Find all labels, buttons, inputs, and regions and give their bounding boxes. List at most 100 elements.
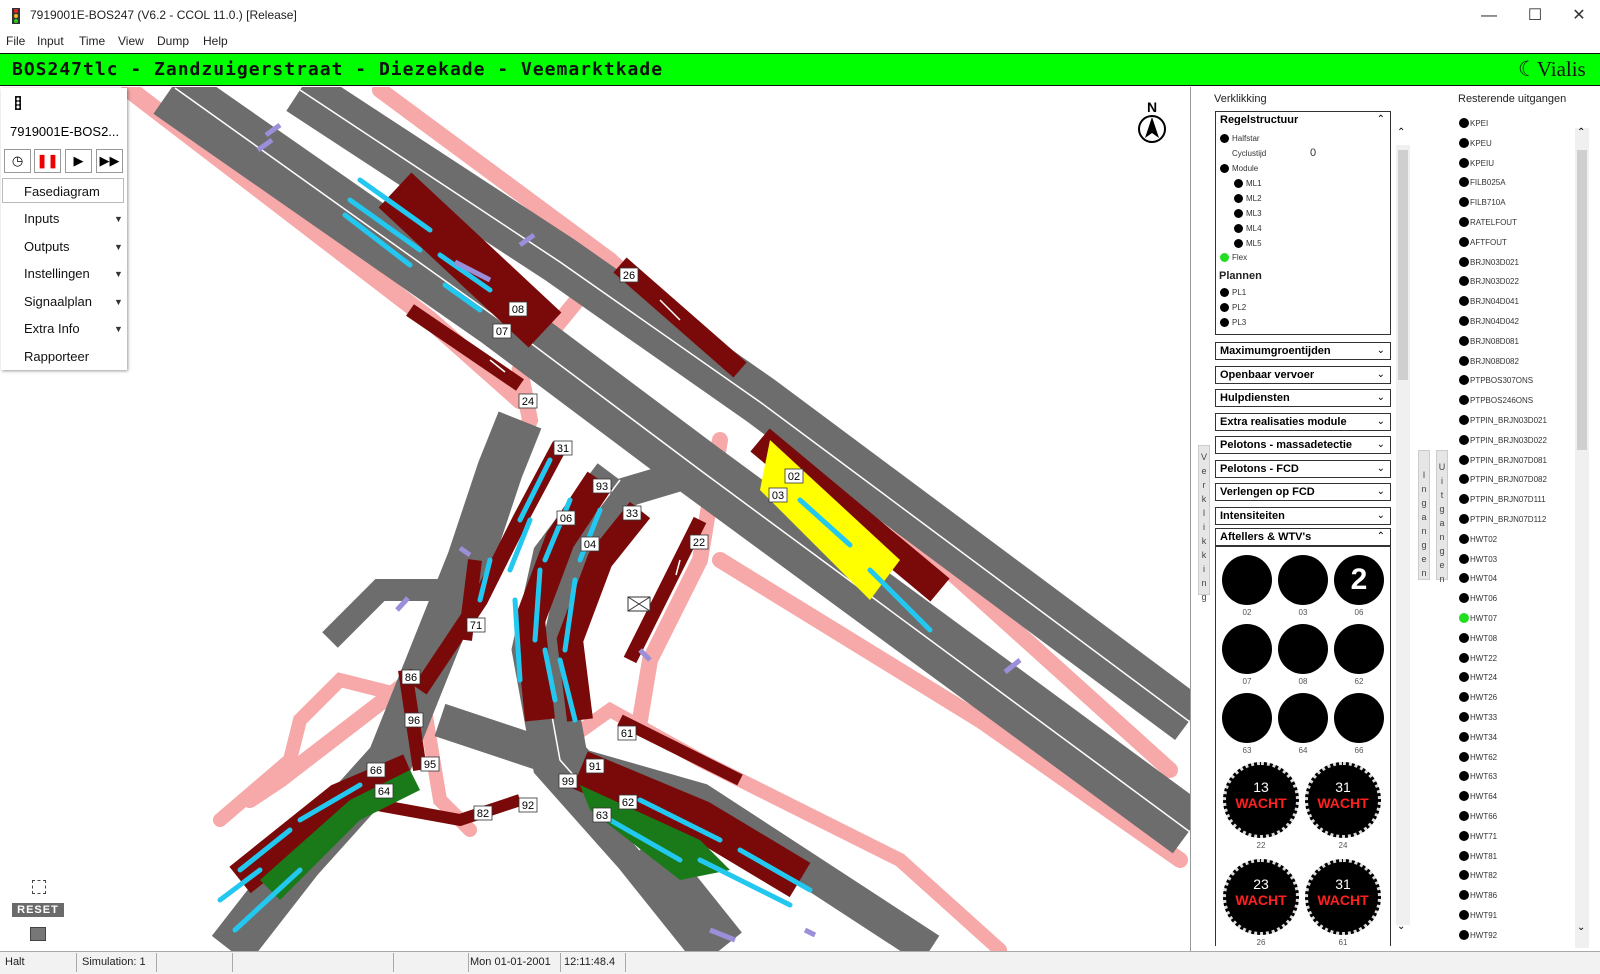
- output-item[interactable]: KPEI: [1470, 119, 1488, 128]
- signal-label[interactable]: 82: [477, 808, 489, 820]
- signal-label[interactable]: 08: [512, 304, 524, 316]
- output-item[interactable]: PTPBOS307ONS: [1470, 376, 1533, 385]
- signal-label[interactable]: 03: [772, 490, 784, 502]
- scroll-up-icon[interactable]: ⌃: [1397, 127, 1405, 138]
- output-item[interactable]: HWT64: [1470, 792, 1497, 801]
- menu-dump[interactable]: Dump: [157, 34, 189, 48]
- signal-label[interactable]: 96: [408, 715, 420, 727]
- signal-label[interactable]: 66: [370, 765, 382, 777]
- output-item[interactable]: HWT24: [1470, 673, 1497, 682]
- output-item[interactable]: BRJN08D082: [1470, 357, 1519, 366]
- signal-label[interactable]: 33: [626, 508, 638, 520]
- output-item[interactable]: BRJN08D081: [1470, 337, 1519, 346]
- output-item[interactable]: HWT07: [1470, 614, 1497, 623]
- output-item[interactable]: HWT62: [1470, 753, 1497, 762]
- close-button[interactable]: ✕: [1556, 4, 1600, 28]
- signal-label[interactable]: 31: [557, 443, 569, 455]
- output-item[interactable]: PTPBOS246ONS: [1470, 396, 1533, 405]
- pause-button[interactable]: ❚❚: [34, 149, 61, 173]
- menu-input[interactable]: Input: [37, 34, 64, 48]
- scrollbar-thumb[interactable]: [1398, 150, 1408, 380]
- section-header[interactable]: Extra realisaties module ⌄: [1215, 412, 1391, 431]
- signal-label[interactable]: 95: [424, 759, 436, 771]
- intersection-map[interactable]: N 26 08 07 24 31 93 33 06 04 02 03 22 71 86 96 95 66 64 61…: [0, 87, 1190, 951]
- signal-label[interactable]: 63: [596, 810, 608, 822]
- play-button[interactable]: ▶: [65, 149, 92, 173]
- output-item[interactable]: HWT91: [1470, 911, 1497, 920]
- output-item[interactable]: PTPIN_BRJN03D021: [1470, 416, 1547, 425]
- output-item[interactable]: HWT02: [1470, 535, 1497, 544]
- signal-label[interactable]: 71: [470, 620, 482, 632]
- signal-label[interactable]: 99: [562, 776, 574, 788]
- output-item[interactable]: FILB710A: [1470, 198, 1506, 207]
- map-canvas[interactable]: N 26 08 07 24 31 93 33 06 04 02 03 22 71 86 96 95 66 64 61…: [0, 87, 1190, 951]
- signal-label[interactable]: 06: [560, 513, 572, 525]
- output-item[interactable]: KPEIU: [1470, 159, 1494, 168]
- signal-label[interactable]: 22: [693, 537, 705, 549]
- output-item[interactable]: HWT34: [1470, 733, 1497, 742]
- output-item[interactable]: HWT22: [1470, 654, 1497, 663]
- signal-label[interactable]: 92: [522, 800, 534, 812]
- signal-label[interactable]: 04: [584, 539, 596, 551]
- fast-forward-button[interactable]: ▶▶: [96, 149, 123, 173]
- output-item[interactable]: HWT71: [1470, 832, 1497, 841]
- signal-label[interactable]: 64: [378, 786, 390, 798]
- output-item[interactable]: HWT06: [1470, 594, 1497, 603]
- zoom-fit-icon[interactable]: [32, 880, 46, 894]
- signal-label[interactable]: 93: [596, 481, 608, 493]
- output-item[interactable]: BRJN04D042: [1470, 317, 1519, 326]
- menu-signaalplan[interactable]: Signaalplan: [24, 294, 92, 309]
- scroll-up-icon[interactable]: ⌃: [1577, 127, 1585, 138]
- signal-label[interactable]: 24: [522, 396, 534, 408]
- signal-label[interactable]: 62: [622, 797, 634, 809]
- signal-label[interactable]: 86: [405, 672, 417, 684]
- scrollbar-thumb[interactable]: [1577, 150, 1587, 450]
- signal-label[interactable]: 91: [589, 761, 601, 773]
- menu-outputs[interactable]: Outputs: [24, 239, 70, 254]
- section-header[interactable]: Verlengen op FCD ⌄: [1215, 483, 1391, 501]
- section-header[interactable]: Pelotons - FCD ⌄: [1215, 459, 1391, 478]
- output-item[interactable]: BRJN04D041: [1470, 297, 1519, 306]
- output-item[interactable]: PTPIN_BRJN07D112: [1470, 515, 1546, 524]
- clock-button[interactable]: ◷: [4, 149, 31, 173]
- output-item[interactable]: HWT26: [1470, 693, 1497, 702]
- output-item[interactable]: HWT82: [1470, 871, 1497, 880]
- section-header[interactable]: Maximumgroentijden ⌄: [1215, 342, 1391, 360]
- section-header[interactable]: Hulpdiensten ⌄: [1215, 389, 1391, 407]
- zoom-out-button[interactable]: [30, 927, 46, 941]
- output-item[interactable]: HWT63: [1470, 772, 1497, 781]
- scroll-down-icon[interactable]: ⌄: [1397, 921, 1405, 932]
- section-header[interactable]: Intensiteiten ⌄: [1215, 506, 1391, 525]
- output-item[interactable]: PTPIN_BRJN03D022: [1470, 436, 1547, 445]
- output-item[interactable]: HWT04: [1470, 574, 1497, 583]
- output-item[interactable]: KPEU: [1470, 139, 1492, 148]
- output-item[interactable]: FILB025A: [1470, 178, 1506, 187]
- output-item[interactable]: AFTFOUT: [1470, 238, 1507, 247]
- signal-label[interactable]: 61: [621, 728, 633, 740]
- output-item[interactable]: HWT81: [1470, 852, 1497, 861]
- scroll-down-icon[interactable]: ⌄: [1577, 922, 1585, 933]
- output-item[interactable]: HWT92: [1470, 931, 1497, 940]
- output-item[interactable]: PTPIN_BRJN07D082: [1470, 475, 1547, 484]
- signal-label[interactable]: 07: [496, 326, 508, 338]
- signal-label[interactable]: 02: [788, 471, 800, 483]
- menu-inputs[interactable]: Inputs: [24, 211, 59, 226]
- menu-file[interactable]: File: [6, 34, 25, 48]
- minimize-button[interactable]: —: [1466, 4, 1512, 28]
- menu-rapporteer[interactable]: Rapporteer: [24, 349, 89, 364]
- output-item[interactable]: HWT03: [1470, 555, 1497, 564]
- output-item[interactable]: PTPIN_BRJN07D081: [1470, 456, 1547, 465]
- output-item[interactable]: HWT08: [1470, 634, 1497, 643]
- menu-extra-info[interactable]: Extra Info: [24, 321, 80, 336]
- menu-instellingen[interactable]: Instellingen: [24, 266, 90, 281]
- signal-label[interactable]: 26: [623, 270, 635, 282]
- section-header[interactable]: Pelotons - massadetectie ⌄: [1215, 436, 1391, 454]
- section-aftellers[interactable]: Aftellers & WTV's ⌃: [1215, 528, 1391, 546]
- output-item[interactable]: HWT66: [1470, 812, 1497, 821]
- output-item[interactable]: HWT33: [1470, 713, 1497, 722]
- output-item[interactable]: BRJN03D022: [1470, 277, 1519, 286]
- menu-time[interactable]: Time: [79, 34, 105, 48]
- output-item[interactable]: PTPIN_BRJN07D111: [1470, 495, 1546, 504]
- section-header[interactable]: Openbaar vervoer ⌄: [1215, 365, 1391, 384]
- menu-fasediagram[interactable]: Fasediagram: [24, 184, 100, 199]
